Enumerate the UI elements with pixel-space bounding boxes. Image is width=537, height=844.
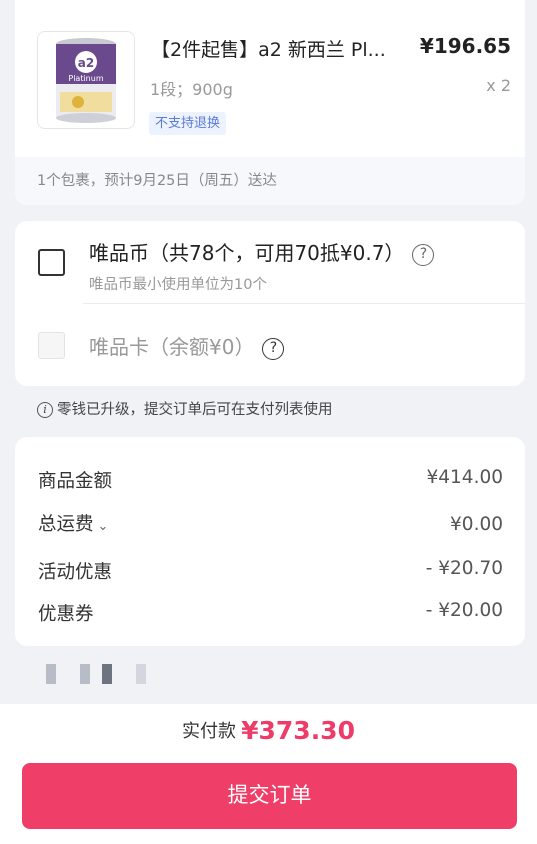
shipping-label-wrap: 总运费 ⌄: [38, 510, 108, 536]
vip-coin-label: 唯品币（共78个，可用70抵¥0.7）: [89, 241, 405, 265]
can-line-text: Platinum: [68, 74, 103, 83]
summary-row-goods: 商品金额 ¥414.00: [38, 467, 503, 497]
summary-label: 优惠券: [38, 604, 94, 625]
no-return-badge: 不支持退换: [149, 112, 227, 135]
payment-options-card: 唯品币（共78个，可用70抵¥0.7）? 唯品币最小使用单位为10个 唯品卡（余…: [15, 221, 525, 386]
price-summary-card: 商品金额 ¥414.00 总运费 ⌄ ¥0.00 活动优惠 - ¥20.70 优惠…: [15, 437, 525, 646]
summary-value: - ¥20.70: [425, 558, 503, 579]
formula-can-image: a2 Platinum: [56, 38, 116, 123]
summary-label: 商品金额: [38, 471, 113, 492]
change-upgrade-note: i 零钱已升级，提交订单后可在支付列表使用: [37, 398, 333, 419]
total-line: 实付款 ¥373.30: [0, 716, 537, 745]
change-note-text: 零钱已升级，提交订单后可在支付列表使用: [57, 402, 333, 418]
checkout-footer: 实付款 ¥373.30 提交订单: [0, 704, 537, 844]
redacted-block: [80, 664, 90, 684]
product-title[interactable]: 【2件起售】a2 新西兰 Pl...: [151, 35, 401, 62]
vip-coin-hint: 唯品币最小使用单位为10个: [89, 277, 267, 293]
summary-label: 总运费: [38, 514, 94, 535]
product-spec: 1段；900g: [150, 80, 233, 99]
redacted-block: [102, 664, 112, 684]
summary-label: 活动优惠: [38, 562, 113, 583]
vip-coin-checkbox[interactable]: [38, 249, 65, 276]
total-amount: ¥373.30: [241, 716, 355, 745]
product-quantity: x 2: [486, 76, 511, 95]
vip-coin-label-wrap: 唯品币（共78个，可用70抵¥0.7）?: [89, 237, 435, 266]
redacted-block: [46, 664, 56, 684]
delivery-estimate: 1个包裹，预计9月25日（周五）送达: [15, 157, 525, 205]
summary-value: - ¥20.00: [425, 600, 503, 621]
help-icon[interactable]: ?: [262, 337, 285, 360]
product-item[interactable]: a2 Platinum 【2件起售】a2 新西兰 Pl... ¥196.65 1…: [15, 0, 525, 157]
summary-row-shipping[interactable]: 总运费 ⌄ ¥0.00: [38, 510, 503, 540]
total-label: 实付款: [182, 721, 237, 742]
summary-row-promotion: 活动优惠 - ¥20.70: [38, 558, 503, 588]
summary-row-coupon: 优惠券 - ¥20.00: [38, 600, 503, 630]
chevron-down-icon[interactable]: ⌄: [98, 519, 109, 534]
vip-card-label-wrap: 唯品卡（余额¥0）?: [89, 331, 285, 360]
submit-order-button[interactable]: 提交订单: [22, 763, 517, 829]
divider: [83, 303, 525, 304]
product-card: a2 Platinum 【2件起售】a2 新西兰 Pl... ¥196.65 1…: [15, 0, 525, 205]
product-price: ¥196.65: [419, 34, 511, 58]
can-brand-text: a2: [78, 56, 94, 70]
summary-value: ¥0.00: [450, 514, 503, 535]
vip-card-label: 唯品卡（余额¥0）: [89, 335, 255, 359]
help-icon[interactable]: ?: [412, 243, 435, 266]
vip-card-checkbox[interactable]: [38, 332, 65, 359]
info-icon: i: [37, 402, 53, 418]
product-image[interactable]: a2 Platinum: [37, 31, 135, 129]
summary-value: ¥414.00: [426, 467, 503, 488]
redacted-block: [136, 664, 146, 684]
